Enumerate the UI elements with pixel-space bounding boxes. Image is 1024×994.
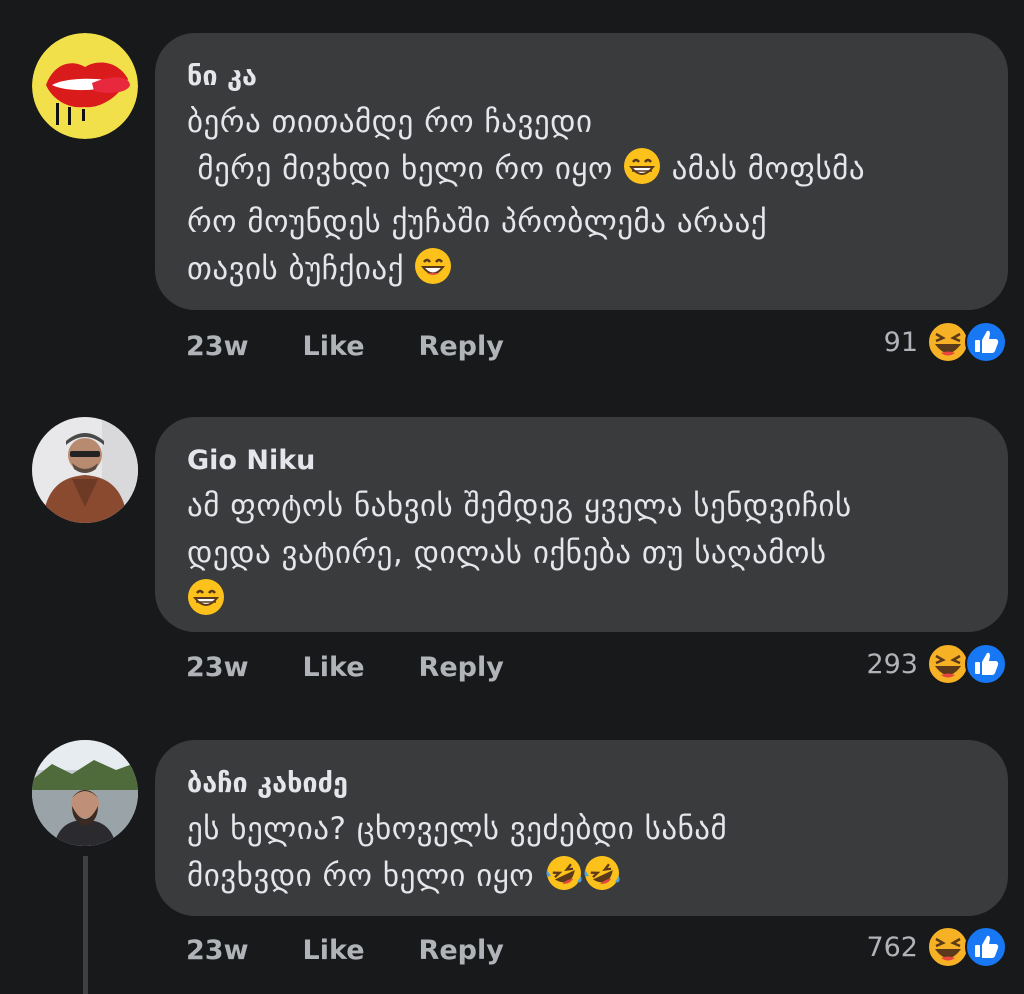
grinning-face-icon: [623, 147, 661, 199]
comment-timestamp[interactable]: 23w: [186, 652, 249, 683]
comment-line: ეს ხელია? ცხოველს ვეძებდი სანამ: [187, 811, 728, 847]
like-button[interactable]: Like: [303, 652, 365, 683]
comment-actions: 23w Like Reply: [186, 930, 504, 970]
comment-timestamp[interactable]: 23w: [186, 331, 249, 362]
reply-button[interactable]: Reply: [419, 331, 504, 362]
comment-text: ეს ხელია? ცხოველს ვეძებდი სანამ მივხვდი …: [187, 806, 976, 906]
like-reaction-icon: [964, 925, 1008, 969]
reaction-summary[interactable]: 762: [866, 925, 1008, 969]
reaction-icons: [926, 642, 1008, 686]
comment-line: ამ ფოტოს ნახვის შემდეგ ყველა სენდვიჩის: [187, 488, 852, 524]
comment-line: რო მოუნდეს ქუჩაში პრობლემა არააქ: [187, 204, 768, 240]
comment-actions: 23w Like Reply: [186, 326, 504, 366]
grinning-face-icon: [187, 578, 225, 630]
comment-actions: 23w Like Reply: [186, 647, 504, 687]
reply-button[interactable]: Reply: [419, 935, 504, 966]
reaction-icons: [926, 320, 1008, 364]
comment-line: მივხვდი რო ხელი იყო: [187, 858, 535, 894]
comment-line: ამას მოფსმა: [671, 151, 866, 187]
avatar[interactable]: [32, 417, 138, 523]
comment-bubble: ნი კა ბერა თითამდე რო ჩავედი მერე მივხდი…: [155, 33, 1008, 310]
like-reaction-icon: [964, 642, 1008, 686]
comment-line: დედა ვატირე, დილას იქნება თუ საღამოს: [187, 535, 827, 571]
reaction-count: 91: [883, 326, 918, 358]
reaction-summary[interactable]: 293: [866, 642, 1008, 686]
comment-bubble: ბაჩი კახიძე ეს ხელია? ცხოველს ვეძებდი სა…: [155, 740, 1008, 916]
avatar[interactable]: [32, 740, 138, 846]
like-button[interactable]: Like: [303, 331, 365, 362]
comment-author[interactable]: ნი კა: [187, 59, 976, 95]
reaction-icons: [926, 925, 1008, 969]
smiling-face-icon: [414, 247, 452, 299]
avatar[interactable]: [32, 33, 138, 139]
like-button[interactable]: Like: [303, 935, 365, 966]
reply-button[interactable]: Reply: [419, 652, 504, 683]
comment-text: ამ ფოტოს ნახვის შემდეგ ყველა სენდვიჩის დ…: [187, 483, 976, 630]
reaction-count: 762: [866, 931, 918, 963]
comment-line: თავის ბუჩქიაქ: [187, 251, 405, 287]
comment-line: მერე მივხდი ხელი რო იყო: [187, 151, 613, 187]
comments-page: ნი კა ბერა თითამდე რო ჩავედი მერე მივხდი…: [0, 0, 1024, 994]
rolling-laughing-face-icon: [545, 854, 583, 906]
reply-thread-line: [83, 856, 88, 994]
comment-author[interactable]: Gio Niku: [187, 443, 976, 479]
comment-line: ბერა თითამდე რო ჩავედი: [187, 104, 593, 140]
comment-timestamp[interactable]: 23w: [186, 935, 249, 966]
rolling-laughing-face-icon: [583, 854, 621, 906]
comment-bubble: Gio Niku ამ ფოტოს ნახვის შემდეგ ყველა სე…: [155, 417, 1008, 632]
reaction-summary[interactable]: 91: [884, 320, 1008, 364]
comment-text: ბერა თითამდე რო ჩავედი მერე მივხდი ხელი …: [187, 99, 976, 299]
reaction-count: 293: [866, 648, 918, 680]
like-reaction-icon: [964, 320, 1008, 364]
comment-author[interactable]: ბაჩი კახიძე: [187, 766, 976, 802]
